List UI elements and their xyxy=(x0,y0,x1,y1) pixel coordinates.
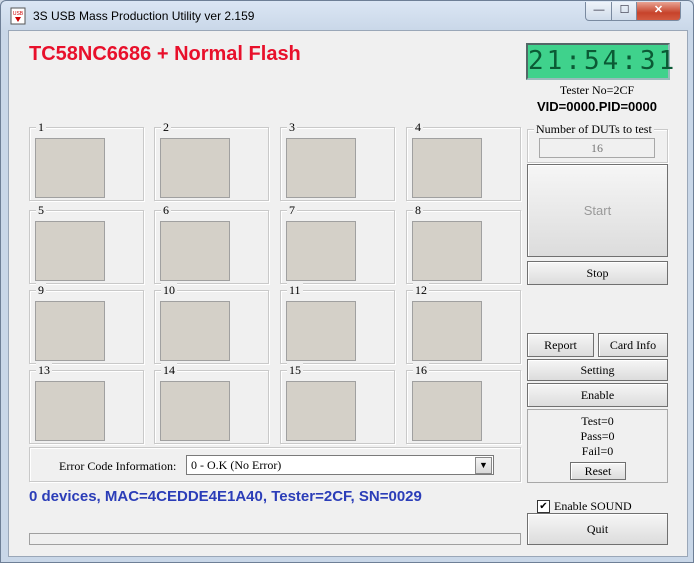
close-button[interactable]: ✕ xyxy=(636,2,681,21)
quit-button[interactable]: Quit xyxy=(527,513,668,545)
dut-slot-label: 12 xyxy=(413,283,429,297)
dut-slot: 10 xyxy=(154,283,269,364)
enable-sound-checkbox[interactable]: ✔ xyxy=(537,500,550,513)
maximize-button[interactable]: ☐ xyxy=(611,2,638,21)
stop-button[interactable]: Stop xyxy=(527,261,668,285)
dut-status-box xyxy=(35,381,105,441)
dut-status-box xyxy=(286,221,356,281)
minimize-button[interactable]: — xyxy=(585,2,613,21)
client-area: TC58NC6686 + Normal Flash 21:54:31 Teste… xyxy=(8,30,688,557)
dut-slot-label: 5 xyxy=(36,203,46,217)
dut-slot-label: 6 xyxy=(161,203,171,217)
progress-bar xyxy=(29,533,521,545)
tester-number: Tester No=2CF xyxy=(559,83,635,97)
dut-slot-label: 1 xyxy=(36,120,46,134)
error-code-label: Error Code Information: xyxy=(59,459,177,473)
dut-slot-label: 4 xyxy=(413,120,423,134)
duts-count-field[interactable]: 16 xyxy=(539,138,655,158)
dut-slot-label: 14 xyxy=(161,363,177,377)
dut-slot-label: 8 xyxy=(413,203,423,217)
dut-slot-label: 13 xyxy=(36,363,52,377)
duts-label: Number of DUTs to test xyxy=(534,122,654,136)
window-title: 3S USB Mass Production Utility ver 2.159 xyxy=(33,9,255,23)
usb-app-icon: USB xyxy=(10,7,26,25)
dut-slot: 16 xyxy=(406,363,521,444)
page-title: TC58NC6686 + Normal Flash xyxy=(29,43,301,65)
app-window: USB 3S USB Mass Production Utility ver 2… xyxy=(0,0,694,563)
dut-slot: 11 xyxy=(280,283,395,364)
checkmark-icon: ✔ xyxy=(539,501,548,512)
dropdown-arrow-icon[interactable]: ▼ xyxy=(475,457,492,474)
dut-slot: 8 xyxy=(406,203,521,284)
enable-button[interactable]: Enable xyxy=(527,383,668,407)
dut-slot-label: 11 xyxy=(287,283,303,297)
test-count: Test=0 xyxy=(581,414,614,428)
dut-slot-label: 2 xyxy=(161,120,171,134)
dut-status-box xyxy=(160,138,230,198)
dut-status-box xyxy=(35,221,105,281)
dut-slot: 4 xyxy=(406,120,521,201)
dut-slot: 14 xyxy=(154,363,269,444)
error-code-select[interactable]: 0 - O.K (No Error) ▼ xyxy=(186,455,494,475)
dut-status-box xyxy=(160,301,230,361)
dut-status-box xyxy=(286,138,356,198)
pass-count: Pass=0 xyxy=(580,429,615,443)
dut-slot-label: 3 xyxy=(287,120,297,134)
dut-status-box xyxy=(160,381,230,441)
enable-sound-label[interactable]: Enable SOUND xyxy=(554,499,632,514)
dut-status-box xyxy=(35,138,105,198)
dut-status-box xyxy=(412,221,482,281)
clock-display: 21:54:31 xyxy=(526,43,674,80)
dut-slot: 2 xyxy=(154,120,269,201)
dut-status-box xyxy=(35,301,105,361)
dut-slot: 13 xyxy=(29,363,144,444)
dut-status-box xyxy=(286,381,356,441)
dut-slot: 5 xyxy=(29,203,144,284)
dut-slot-label: 9 xyxy=(36,283,46,297)
start-button[interactable]: Start xyxy=(527,164,668,257)
fail-count: Fail=0 xyxy=(581,444,614,458)
dut-status-box xyxy=(412,138,482,198)
stats-panel: Test=0 Pass=0 Fail=0 Reset xyxy=(527,409,668,483)
dut-status-box xyxy=(412,381,482,441)
dut-slot-label: 16 xyxy=(413,363,429,377)
dut-slot: 7 xyxy=(280,203,395,284)
reset-button[interactable]: Reset xyxy=(570,462,626,480)
dut-slot: 9 xyxy=(29,283,144,364)
dut-slot: 12 xyxy=(406,283,521,364)
app-icon-text: USB xyxy=(13,11,24,17)
dut-slot: 1 xyxy=(29,120,144,201)
dut-status-box xyxy=(286,301,356,361)
dut-slot-label: 7 xyxy=(287,203,297,217)
dut-status-box xyxy=(412,301,482,361)
error-code-value: 0 - O.K (No Error) xyxy=(191,458,282,472)
vid-pid-label: VID=0000.PID=0000 xyxy=(537,99,657,114)
title-bar[interactable]: USB 3S USB Mass Production Utility ver 2… xyxy=(1,1,693,31)
dut-slot: 15 xyxy=(280,363,395,444)
dut-slot-label: 15 xyxy=(287,363,303,377)
status-line: 0 devices, MAC=4CEDDE4E1A40, Tester=2CF,… xyxy=(29,488,422,505)
dut-slot: 3 xyxy=(280,120,395,201)
dut-status-box xyxy=(160,221,230,281)
report-button[interactable]: Report xyxy=(527,333,594,357)
duts-group: Number of DUTs to test 16 xyxy=(527,122,668,163)
card-info-button[interactable]: Card Info xyxy=(598,333,668,357)
dut-slot: 6 xyxy=(154,203,269,284)
setting-button[interactable]: Setting xyxy=(527,359,668,381)
dut-slot-label: 10 xyxy=(161,283,177,297)
